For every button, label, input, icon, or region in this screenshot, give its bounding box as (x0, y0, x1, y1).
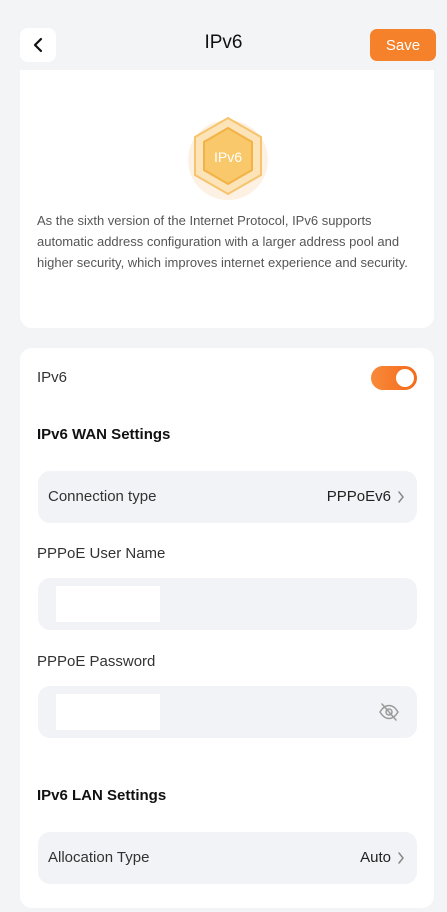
wan-section-title: IPv6 WAN Settings (37, 426, 171, 443)
allocation-type-label: Allocation Type (48, 849, 150, 866)
eye-off-icon[interactable] (378, 701, 400, 723)
save-button[interactable]: Save (370, 29, 436, 61)
settings-card: IPv6 IPv6 WAN Settings Connection type P… (20, 348, 434, 908)
logo-text: IPv6 (214, 149, 242, 165)
pppoe-password-field (38, 686, 417, 738)
pppoe-user-field (38, 578, 417, 630)
allocation-type-value: Auto (360, 849, 391, 866)
connection-type-row[interactable]: Connection type PPPoEv6 (38, 471, 417, 523)
pppoe-user-input[interactable] (56, 586, 160, 622)
ipv6-settings-page: IPv6 Save IPv6 As the sixth version of t… (0, 0, 447, 912)
pppoe-user-label: PPPoE User Name (37, 545, 166, 562)
chevron-right-icon (398, 852, 404, 864)
pppoe-password-input[interactable] (56, 694, 160, 730)
connection-type-label: Connection type (48, 488, 157, 505)
connection-type-value: PPPoEv6 (326, 488, 391, 505)
header: IPv6 Save (0, 0, 447, 76)
intro-card: IPv6 As the sixth version of the Interne… (20, 70, 434, 328)
ipv6-toggle-label: IPv6 (37, 369, 68, 386)
lan-section-title: IPv6 LAN Settings (37, 787, 167, 804)
intro-description: As the sixth version of the Internet Pro… (37, 213, 408, 270)
toggle-knob (396, 369, 414, 387)
pppoe-password-label: PPPoE Password (37, 653, 156, 670)
ipv6-toggle[interactable] (371, 366, 417, 390)
chevron-right-icon (398, 491, 404, 503)
allocation-type-row[interactable]: Allocation Type Auto (38, 832, 417, 884)
ipv6-logo: IPv6 (188, 116, 268, 200)
